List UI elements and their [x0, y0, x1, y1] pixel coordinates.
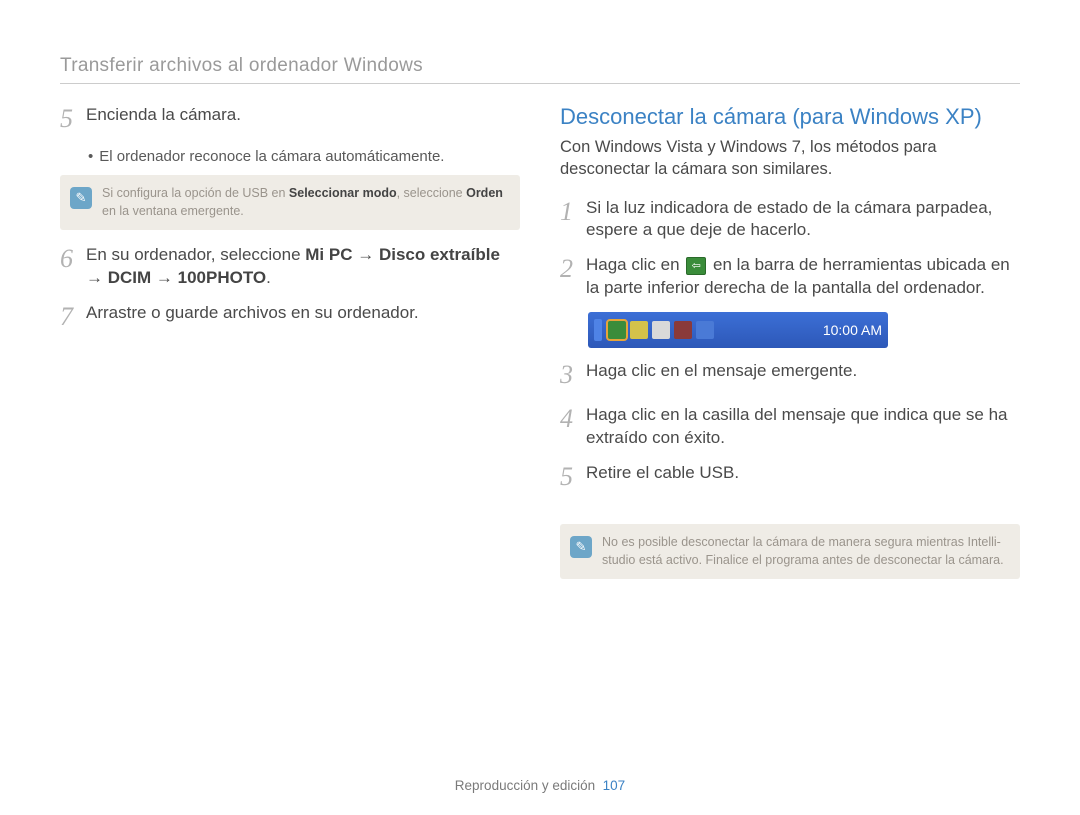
step-5: 5 Encienda la cámara. — [60, 104, 520, 136]
text-bold: 100PHOTO — [178, 268, 267, 287]
taskbar-clock: 10:00 AM — [823, 322, 882, 338]
step-number: 2 — [560, 251, 586, 286]
step-text: Encienda la cámara. — [86, 104, 520, 127]
text-part: En su ordenador, seleccione — [86, 245, 305, 264]
step-text: Si la luz indicadora de estado de la cám… — [586, 197, 1020, 243]
step-number: 6 — [60, 241, 86, 276]
bullet-text: El ordenador reconoce la cámara automáti… — [99, 148, 444, 165]
step-3: 3 Haga clic en el mensaje emergente. — [560, 360, 1020, 392]
step-2: 2 Haga clic en ⇦ en la barra de herramie… — [560, 254, 1020, 300]
step-number: 4 — [560, 401, 586, 436]
content-columns: 5 Encienda la cámara. • El ordenador rec… — [60, 104, 1020, 593]
note-box-2: ✎ No es posible desconectar la cámara de… — [560, 524, 1020, 579]
step-number: 5 — [560, 459, 586, 494]
section-heading: Desconectar la cámara (para Windows XP) — [560, 104, 1020, 130]
safely-remove-icon: ⇦ — [686, 257, 706, 275]
right-column: Desconectar la cámara (para Windows XP) … — [560, 104, 1020, 593]
text-bold: Mi PC — [305, 245, 352, 264]
left-column: 5 Encienda la cámara. • El ordenador rec… — [60, 104, 520, 593]
step-number: 7 — [60, 299, 86, 334]
step-6: 6 En su ordenador, seleccione Mi PC → Di… — [60, 244, 520, 290]
step-4: 4 Haga clic en la casilla del mensaje qu… — [560, 404, 1020, 450]
text-part: → — [151, 268, 177, 287]
note-text-bold: Seleccionar modo — [289, 186, 397, 200]
step-5-bullet: • El ordenador reconoce la cámara automá… — [88, 148, 520, 165]
text-part: → — [86, 268, 108, 287]
footer-section: Reproducción y edición — [455, 778, 595, 793]
note-text: No es posible desconectar la cámara de m… — [602, 534, 1006, 569]
footer-page-number: 107 — [603, 778, 626, 793]
step-5-right: 5 Retire el cable USB. — [560, 462, 1020, 494]
note-text-bold: Orden — [466, 186, 503, 200]
tray-icon — [630, 321, 648, 339]
step-number: 3 — [560, 357, 586, 392]
note-icon: ✎ — [70, 187, 92, 209]
page-title: Transferir archivos al ordenador Windows — [60, 55, 1020, 84]
step-text: Arrastre o guarde archivos en su ordenad… — [86, 302, 520, 325]
tray-icon — [696, 321, 714, 339]
step-text: En su ordenador, seleccione Mi PC → Disc… — [86, 244, 520, 290]
step-text: Haga clic en la casilla del mensaje que … — [586, 404, 1020, 450]
text-part: . — [266, 268, 271, 287]
note-text-part: Si configura la opción de USB en — [102, 186, 289, 200]
text-part: Haga clic en — [586, 255, 684, 274]
note-icon: ✎ — [570, 536, 592, 558]
text-bold: Disco extraíble — [379, 245, 500, 264]
section-intro: Con Windows Vista y Windows 7, los métod… — [560, 136, 1020, 181]
tray-icon — [674, 321, 692, 339]
note-text-part: , seleccione — [397, 186, 466, 200]
note-text-part: en la ventana emergente. — [102, 204, 244, 218]
step-number: 1 — [560, 194, 586, 229]
step-text: Haga clic en el mensaje emergente. — [586, 360, 1020, 383]
note-box-1: ✎ Si configura la opción de USB en Selec… — [60, 175, 520, 230]
page-footer: Reproducción y edición 107 — [0, 778, 1080, 793]
step-1: 1 Si la luz indicadora de estado de la c… — [560, 197, 1020, 243]
step-text: Retire el cable USB. — [586, 462, 1020, 485]
bullet-dot: • — [88, 148, 93, 165]
step-7: 7 Arrastre o guarde archivos en su orden… — [60, 302, 520, 334]
tray-icon — [652, 321, 670, 339]
step-text: Haga clic en ⇦ en la barra de herramient… — [586, 254, 1020, 300]
tray-safely-remove-icon — [608, 321, 626, 339]
note-text: Si configura la opción de USB en Selecci… — [102, 185, 506, 220]
taskbar-screenshot: 10:00 AM — [588, 312, 888, 348]
text-bold: DCIM — [108, 268, 151, 287]
taskbar-expand-icon — [594, 319, 602, 341]
text-part: → — [353, 245, 379, 264]
step-number: 5 — [60, 101, 86, 136]
